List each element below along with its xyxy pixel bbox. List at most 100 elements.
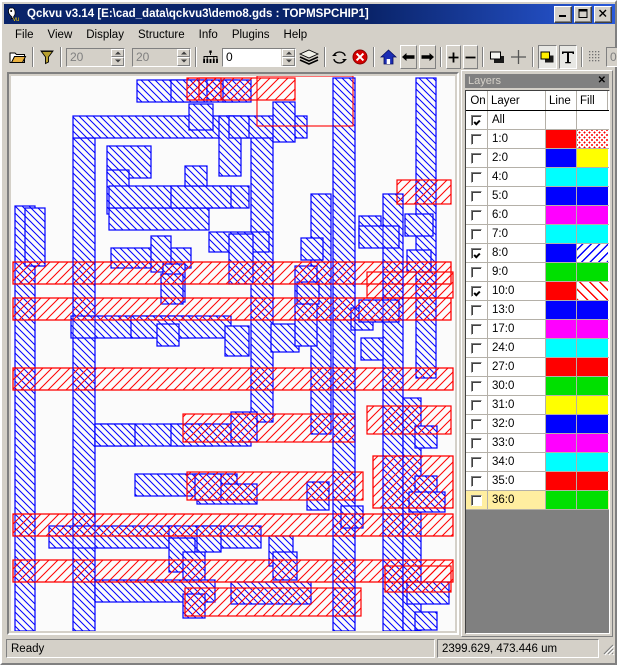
- crosshair-ruler-icon[interactable]: [509, 45, 528, 69]
- checkbox-checked-icon[interactable]: [471, 114, 482, 126]
- layer-row[interactable]: 34:0: [466, 453, 609, 472]
- layer-row[interactable]: 4:0: [466, 168, 609, 187]
- layer-fill-style[interactable]: [577, 168, 608, 186]
- checkbox-unchecked-icon[interactable]: [471, 152, 482, 164]
- layer-name[interactable]: 9:0: [488, 263, 546, 281]
- layer-name[interactable]: 1:0: [488, 130, 546, 148]
- layer-row[interactable]: 2:0: [466, 149, 609, 168]
- menu-help[interactable]: Help: [277, 27, 315, 43]
- checkbox-unchecked-icon[interactable]: [471, 494, 482, 506]
- spinner-down-icon[interactable]: [282, 57, 295, 66]
- menu-display[interactable]: Display: [79, 27, 131, 43]
- menu-view[interactable]: View: [41, 27, 80, 43]
- stop-cancel-icon[interactable]: [351, 45, 369, 69]
- layer-line-color[interactable]: [546, 377, 577, 395]
- layer-fill-style[interactable]: [577, 491, 608, 509]
- layer-row[interactable]: 33:0: [466, 434, 609, 453]
- redraw-refresh-icon[interactable]: [330, 45, 349, 69]
- layer-row[interactable]: 32:0: [466, 415, 609, 434]
- layer-name[interactable]: 6:0: [488, 206, 546, 224]
- layer-name[interactable]: 31:0: [488, 396, 546, 414]
- layer-line-color[interactable]: [546, 415, 577, 433]
- layer-row[interactable]: 27:0: [466, 358, 609, 377]
- checkbox-unchecked-icon[interactable]: [471, 380, 482, 392]
- checkbox-unchecked-icon[interactable]: [471, 133, 482, 145]
- home-zoomfit-icon[interactable]: [379, 45, 398, 69]
- layer-fill-style[interactable]: [577, 149, 608, 167]
- checkbox-unchecked-icon[interactable]: [471, 171, 482, 183]
- grid-coord-value[interactable]: 0.00: [606, 47, 617, 67]
- spinner-up-icon[interactable]: [282, 48, 295, 57]
- layer-row[interactable]: All: [466, 111, 609, 130]
- resize-grip-icon[interactable]: [601, 642, 615, 656]
- zoom-out-minus-icon[interactable]: [463, 45, 478, 69]
- layers-close-icon[interactable]: ✕: [598, 76, 606, 86]
- layer-fill-style[interactable]: [577, 339, 608, 357]
- layer-line-color[interactable]: [546, 472, 577, 490]
- depth-value-1[interactable]: 20: [67, 48, 110, 66]
- layer-name[interactable]: 32:0: [488, 415, 546, 433]
- checkbox-unchecked-icon[interactable]: [471, 361, 482, 373]
- close-button[interactable]: [594, 5, 612, 23]
- fill-color-icon[interactable]: [538, 45, 557, 69]
- layer-row[interactable]: 9:0: [466, 263, 609, 282]
- level-value[interactable]: 0: [223, 48, 281, 66]
- layer-name[interactable]: 13:0: [488, 301, 546, 319]
- layer-fill-style[interactable]: [577, 187, 608, 205]
- layer-name[interactable]: 35:0: [488, 472, 546, 490]
- menu-structure[interactable]: Structure: [131, 27, 192, 43]
- layout-canvas[interactable]: [11, 76, 455, 631]
- layer-row[interactable]: 24:0: [466, 339, 609, 358]
- menu-plugins[interactable]: Plugins: [225, 27, 277, 43]
- layer-name[interactable]: 36:0: [488, 491, 546, 509]
- layer-fill-style[interactable]: [577, 415, 608, 433]
- layer-row[interactable]: 30:0: [466, 377, 609, 396]
- checkbox-unchecked-icon[interactable]: [471, 418, 482, 430]
- layer-line-color[interactable]: [546, 339, 577, 357]
- menu-file[interactable]: File: [8, 27, 41, 43]
- layer-row[interactable]: 10:0: [466, 282, 609, 301]
- spinner-down-icon[interactable]: [111, 57, 124, 66]
- layer-line-color[interactable]: [546, 320, 577, 338]
- layer-name[interactable]: 17:0: [488, 320, 546, 338]
- arrow-left-icon[interactable]: [400, 45, 417, 69]
- checkbox-unchecked-icon[interactable]: [471, 475, 482, 487]
- layer-name[interactable]: 24:0: [488, 339, 546, 357]
- spinner-up-icon[interactable]: [177, 48, 190, 57]
- depth-value-2[interactable]: 20: [133, 48, 176, 66]
- checkbox-unchecked-icon[interactable]: [471, 323, 482, 335]
- layer-name[interactable]: 34:0: [488, 453, 546, 471]
- layer-line-color[interactable]: [546, 396, 577, 414]
- layer-name[interactable]: 2:0: [488, 149, 546, 167]
- layer-line-color[interactable]: [546, 168, 577, 186]
- spinner-up-icon[interactable]: [111, 48, 124, 57]
- layer-row[interactable]: 7:0: [466, 225, 609, 244]
- stacked-layers-icon[interactable]: [298, 45, 320, 69]
- layer-name[interactable]: 4:0: [488, 168, 546, 186]
- layer-line-color[interactable]: [546, 282, 577, 300]
- layer-fill-style[interactable]: [577, 244, 608, 262]
- layer-fill-style[interactable]: [577, 206, 608, 224]
- layer-name[interactable]: All: [488, 111, 546, 129]
- layer-line-color[interactable]: [546, 301, 577, 319]
- maximize-button[interactable]: [574, 5, 592, 23]
- layer-name[interactable]: 27:0: [488, 358, 546, 376]
- checkbox-unchecked-icon[interactable]: [471, 209, 482, 221]
- layer-fill-style[interactable]: [577, 396, 608, 414]
- layer-row[interactable]: 36:0: [466, 491, 609, 510]
- layer-name[interactable]: 30:0: [488, 377, 546, 395]
- funnel-filter-icon[interactable]: [38, 45, 56, 69]
- layer-line-color[interactable]: [546, 130, 577, 148]
- menu-info[interactable]: Info: [192, 27, 225, 43]
- spinner-down-icon[interactable]: [177, 57, 190, 66]
- layer-name[interactable]: 8:0: [488, 244, 546, 262]
- layer-line-color[interactable]: [546, 206, 577, 224]
- layer-fill-style[interactable]: [577, 377, 608, 395]
- layer-row[interactable]: 31:0: [466, 396, 609, 415]
- layer-fill-style[interactable]: [577, 358, 608, 376]
- layer-fill-style[interactable]: [577, 282, 608, 300]
- layers-list-container[interactable]: On Layer Line Fill All 1:0 2:0 4:0 5:0 6:0 7:0…: [465, 90, 610, 634]
- checkbox-unchecked-icon[interactable]: [471, 190, 482, 202]
- depth-spinner-2-arrows[interactable]: [177, 48, 190, 66]
- layer-row[interactable]: 8:0: [466, 244, 609, 263]
